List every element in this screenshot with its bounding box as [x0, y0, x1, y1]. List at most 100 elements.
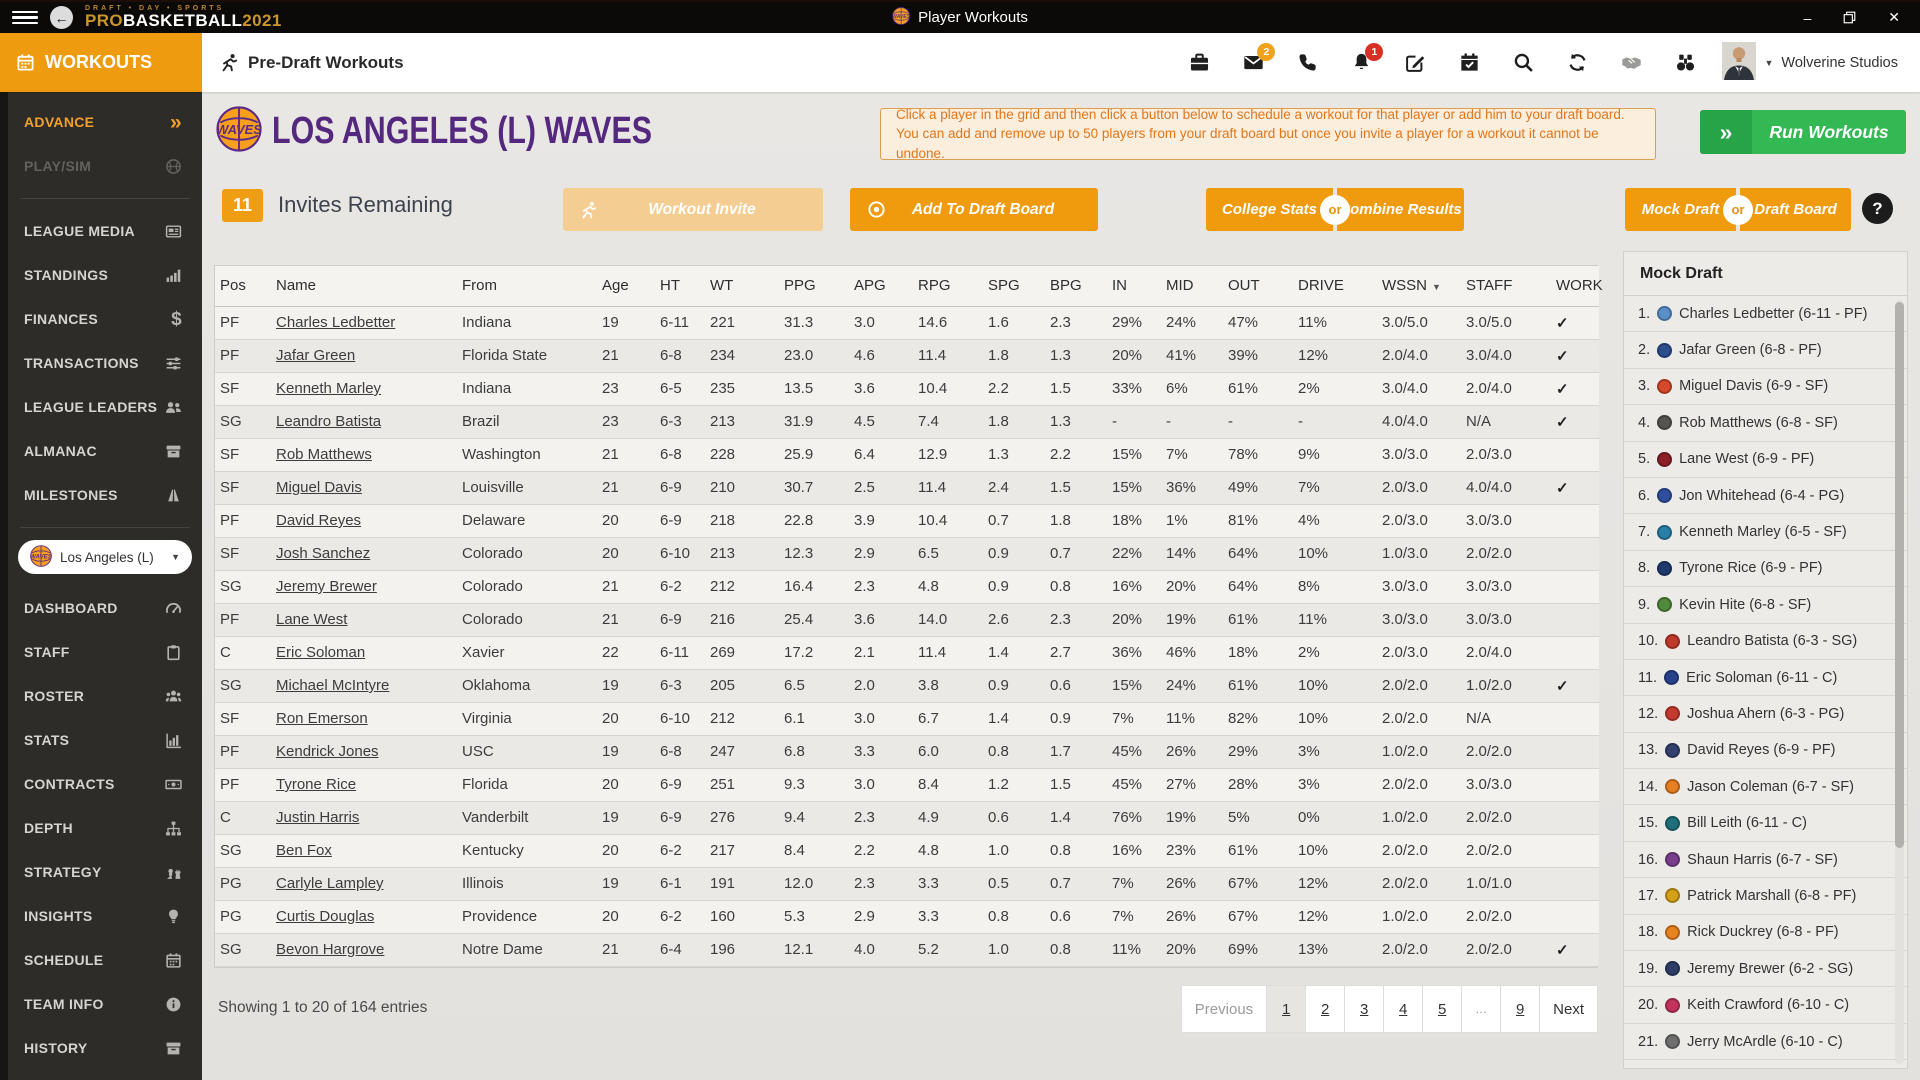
player-name-link[interactable]: Bevon Hargrove — [271, 933, 457, 966]
table-row[interactable]: SGBevon HargroveNotre Dame216-419612.14.… — [215, 933, 1599, 966]
sidebar-item-depth[interactable]: DEPTH — [8, 806, 202, 850]
mock-draft-item[interactable]: 9.Kevin Hite (6-8 - SF) — [1624, 587, 1907, 623]
player-name-link[interactable]: Josh Sanchez — [271, 537, 457, 570]
sidebar-item-strategy[interactable]: STRATEGY — [8, 850, 202, 894]
column-header-out[interactable]: OUT — [1223, 266, 1293, 306]
sidebar-item-league-media[interactable]: LEAGUE MEDIA — [8, 209, 202, 253]
help-button[interactable]: ? — [1862, 193, 1893, 224]
mock-draft-item[interactable]: 19.Jeremy Brewer (6-2 - SG) — [1624, 951, 1907, 987]
table-row[interactable]: SGLeandro BatistaBrazil236-321331.94.57.… — [215, 405, 1599, 438]
minimize-button[interactable]: – — [1803, 10, 1811, 26]
player-name-link[interactable]: Jafar Green — [271, 339, 457, 372]
table-row[interactable]: PFKendrick JonesUSC196-82476.83.36.00.81… — [215, 735, 1599, 768]
mock-draft-item[interactable]: 7.Kenneth Marley (6-5 - SF) — [1624, 514, 1907, 550]
mock-draft-item[interactable]: 20.Keith Crawford (6-10 - C) — [1624, 987, 1907, 1023]
mail-icon[interactable]: 2 — [1243, 52, 1264, 73]
player-name-link[interactable]: Lane West — [271, 603, 457, 636]
player-name-link[interactable]: Kendrick Jones — [271, 735, 457, 768]
user-menu[interactable]: ▼ Wolverine Studios — [1722, 33, 1920, 92]
table-row[interactable]: PFCharles LedbetterIndiana196-1122131.33… — [215, 306, 1599, 339]
workout-invite-button[interactable]: Workout Invite — [563, 188, 823, 231]
column-header-pos[interactable]: Pos — [215, 266, 271, 306]
column-header-work[interactable]: WORK — [1551, 266, 1599, 306]
mock-draft-item[interactable]: 15.Bill Leith (6-11 - C) — [1624, 805, 1907, 841]
team-select-dropdown[interactable]: WAVESLos Angeles (L)▼ — [18, 540, 192, 574]
mock-draft-item[interactable]: 21.Jerry McArdle (6-10 - C) — [1624, 1024, 1907, 1060]
column-header-apg[interactable]: APG — [849, 266, 913, 306]
briefcase-icon[interactable] — [1189, 52, 1210, 73]
page-button-5[interactable]: 5 — [1423, 985, 1462, 1033]
sidebar-item-milestones[interactable]: MILESTONES — [8, 473, 202, 517]
prev-button[interactable]: Previous — [1181, 985, 1267, 1033]
table-row[interactable]: SGBen FoxKentucky206-22178.42.24.81.00.8… — [215, 834, 1599, 867]
sidebar-item-standings[interactable]: STANDINGS — [8, 253, 202, 297]
college-stats-button[interactable]: College Stats — [1206, 188, 1333, 231]
column-header-mid[interactable]: MID — [1161, 266, 1223, 306]
column-header-drive[interactable]: DRIVE — [1293, 266, 1377, 306]
calendar-check-icon[interactable] — [1459, 52, 1480, 73]
player-name-link[interactable]: Leandro Batista — [271, 405, 457, 438]
sidebar-item-insights[interactable]: INSIGHTS — [8, 894, 202, 938]
combine-results-button[interactable]: Combine Results — [1337, 188, 1464, 231]
draft-board-button[interactable]: Draft Board — [1740, 188, 1851, 231]
next-button[interactable]: Next — [1540, 985, 1598, 1033]
scrollbar-thumb[interactable] — [1895, 302, 1904, 848]
player-name-link[interactable]: Carlyle Lampley — [271, 867, 457, 900]
sidebar-item-schedule[interactable]: SCHEDULE — [8, 938, 202, 982]
table-row[interactable]: SFJosh SanchezColorado206-1021312.32.96.… — [215, 537, 1599, 570]
column-header-ppg[interactable]: PPG — [779, 266, 849, 306]
table-row[interactable]: SGMichael McIntyreOklahoma196-32056.52.0… — [215, 669, 1599, 702]
run-workouts-button[interactable]: » Run Workouts — [1700, 110, 1906, 154]
mock-draft-item[interactable]: 14.Jason Coleman (6-7 - SF) — [1624, 769, 1907, 805]
table-row[interactable]: SFKenneth MarleyIndiana236-523513.53.610… — [215, 372, 1599, 405]
table-row[interactable]: PFJafar GreenFlorida State216-823423.04.… — [215, 339, 1599, 372]
sidebar-item-play-sim[interactable]: PLAY/SIM — [8, 144, 202, 188]
sidebar-item-staff[interactable]: STAFF — [8, 630, 202, 674]
restore-button[interactable] — [1843, 11, 1856, 24]
sidebar-item-team-info[interactable]: TEAM INFO — [8, 982, 202, 1026]
column-header-from[interactable]: From — [457, 266, 597, 306]
table-row[interactable]: SFRob MatthewsWashington216-822825.96.41… — [215, 438, 1599, 471]
compose-icon[interactable] — [1405, 52, 1426, 73]
table-row[interactable]: SFMiguel DavisLouisville216-921030.72.51… — [215, 471, 1599, 504]
player-name-link[interactable]: Tyrone Rice — [271, 768, 457, 801]
page-button-1[interactable]: 1 — [1267, 985, 1306, 1033]
close-button[interactable]: ✕ — [1888, 9, 1900, 26]
sidebar-item-almanac[interactable]: ALMANAC — [8, 429, 202, 473]
table-row[interactable]: PGCurtis DouglasProvidence206-21605.32.9… — [215, 900, 1599, 933]
column-header-staff[interactable]: STAFF — [1461, 266, 1551, 306]
mock-draft-item[interactable]: 16.Shaun Harris (6-7 - SF) — [1624, 842, 1907, 878]
table-row[interactable]: CJustin HarrisVanderbilt196-92769.42.34.… — [215, 801, 1599, 834]
mock-draft-item[interactable]: 8.Tyrone Rice (6-9 - PF) — [1624, 551, 1907, 587]
mock-draft-button[interactable]: Mock Draft — [1625, 188, 1736, 231]
search-icon[interactable] — [1513, 52, 1534, 73]
table-row[interactable]: CEric SolomanXavier226-1126917.22.111.41… — [215, 636, 1599, 669]
column-header-in[interactable]: IN — [1107, 266, 1161, 306]
mock-draft-item[interactable]: 10.Leandro Batista (6-3 - SG) — [1624, 624, 1907, 660]
column-header-spg[interactable]: SPG — [983, 266, 1045, 306]
sidebar-item-stats[interactable]: STATS — [8, 718, 202, 762]
player-name-link[interactable]: Charles Ledbetter — [271, 306, 457, 339]
mock-draft-item[interactable]: 3.Miguel Davis (6-9 - SF) — [1624, 369, 1907, 405]
mock-draft-item[interactable]: 18.Rick Duckrey (6-8 - PF) — [1624, 915, 1907, 951]
player-name-link[interactable]: Ron Emerson — [271, 702, 457, 735]
column-header-ht[interactable]: HT — [655, 266, 705, 306]
sidebar-item-finances[interactable]: FINANCES$ — [8, 297, 202, 341]
column-header-wssn[interactable]: WSSN▼ — [1377, 266, 1461, 306]
handshake-icon[interactable] — [1621, 52, 1642, 73]
player-name-link[interactable]: Michael McIntyre — [271, 669, 457, 702]
phone-icon[interactable] — [1297, 52, 1318, 73]
page-button-2[interactable]: 2 — [1306, 985, 1345, 1033]
page-button-4[interactable]: 4 — [1384, 985, 1423, 1033]
column-header-name[interactable]: Name — [271, 266, 457, 306]
sync-icon[interactable] — [1567, 52, 1588, 73]
binoculars-icon[interactable] — [1675, 52, 1696, 73]
column-header-age[interactable]: Age — [597, 266, 655, 306]
table-row[interactable]: SFRon EmersonVirginia206-102126.13.06.71… — [215, 702, 1599, 735]
back-icon[interactable]: ← — [50, 6, 73, 29]
sidebar-item-dashboard[interactable]: DASHBOARD — [8, 586, 202, 630]
mock-draft-item[interactable]: 4.Rob Matthews (6-8 - SF) — [1624, 405, 1907, 441]
player-name-link[interactable]: Ben Fox — [271, 834, 457, 867]
mock-draft-scrollbar[interactable] — [1895, 300, 1904, 1064]
mock-draft-item[interactable]: 1.Charles Ledbetter (6-11 - PF) — [1624, 296, 1907, 332]
